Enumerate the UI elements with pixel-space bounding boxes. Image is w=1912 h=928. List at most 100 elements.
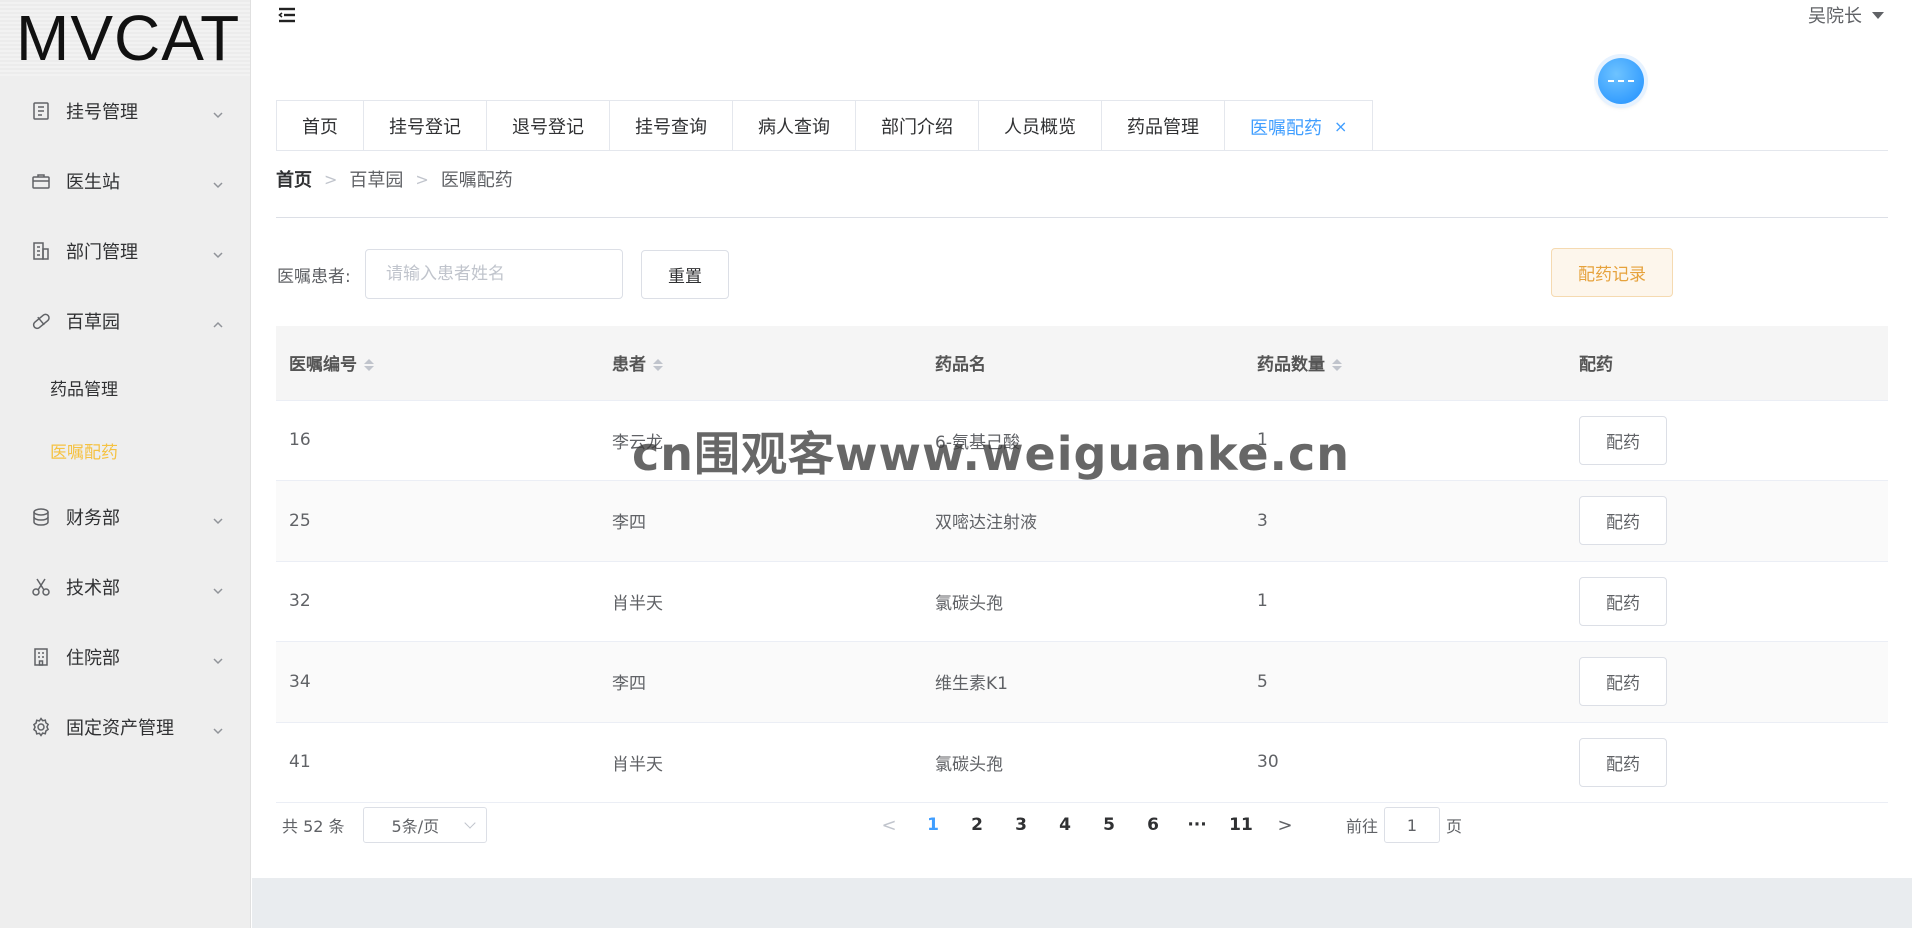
pagination-total: 共 52 条 [282, 817, 345, 836]
next-page-button[interactable]: > [1263, 815, 1307, 836]
cell-patient: 李云龙 [599, 400, 922, 481]
table-row: 16 李云龙 6-氨基己酸 1 配药 [276, 400, 1888, 481]
sidebar-item-label: 财务部 [66, 508, 120, 529]
table-row: 41 肖半天 氯碳头孢 30 配药 [276, 722, 1888, 803]
jump-page-input[interactable] [1384, 807, 1441, 843]
sidebar-item-finance[interactable]: 财务部 [0, 482, 250, 552]
page-number[interactable]: 6 [1131, 815, 1175, 835]
sidebar-item-department[interactable]: 部门管理 [0, 216, 250, 286]
document-icon [30, 100, 52, 122]
cell-patient: 李四 [599, 480, 922, 562]
cell-patient: 李四 [599, 641, 922, 723]
menu-toggle-icon[interactable] [278, 6, 296, 24]
patient-search-input[interactable] [365, 249, 623, 299]
page-number[interactable]: 4 [1043, 815, 1087, 835]
cell-drug: 氯碳头孢 [922, 561, 1244, 642]
dispense-button[interactable]: 配药 [1579, 737, 1667, 787]
cell-drug: 维生素K1 [922, 641, 1244, 723]
jump-prefix: 前往 [1346, 817, 1379, 836]
page-number[interactable]: 5 [1087, 815, 1131, 835]
tab-prescription-dispensing[interactable]: 医嘱配药 × [1225, 101, 1373, 152]
more-pages-icon[interactable]: ··· [1175, 815, 1219, 835]
cell-id: 25 [276, 480, 599, 562]
caret-down-icon [1872, 11, 1884, 19]
sidebar-item-label: 住院部 [66, 648, 120, 669]
tabs-divider [276, 150, 1888, 151]
breadcrumb: 首页 > 百草园 > 医嘱配药 [276, 166, 513, 192]
tab-registration-query[interactable]: 挂号查询 [610, 101, 733, 151]
page-tabs: 首页 挂号登记 退号登记 挂号查询 病人查询 部门介绍 人员概览 药品管理 医嘱… [276, 100, 1374, 152]
sort-icon[interactable] [364, 359, 374, 372]
chevron-down-icon [212, 245, 224, 259]
page-number[interactable]: 2 [955, 815, 999, 835]
sidebar-item-doctor-station[interactable]: 医生站 [0, 146, 250, 216]
sidebar-item-fixed-assets[interactable]: 固定资产管理 [0, 692, 250, 762]
user-name: 吴院长 [1808, 6, 1862, 27]
column-header-id[interactable]: 医嘱编号 [276, 326, 599, 401]
sort-icon[interactable] [653, 359, 663, 372]
prev-page-button[interactable]: < [867, 815, 911, 836]
cell-quantity: 30 [1244, 722, 1566, 803]
office-building-icon [30, 240, 52, 262]
cell-action: 配药 [1566, 641, 1888, 723]
chevron-down-icon [212, 651, 224, 665]
dispense-button[interactable]: 配药 [1579, 496, 1667, 546]
tab-registration[interactable]: 挂号登记 [364, 101, 487, 151]
table-row: 34 李四 维生素K1 5 配药 [276, 641, 1888, 723]
cell-id: 34 [276, 641, 599, 723]
table-row: 25 李四 双嘧达注射液 3 配药 [276, 480, 1888, 562]
footer-bar [252, 878, 1912, 928]
breadcrumb-home[interactable]: 首页 [276, 166, 312, 192]
tab-staff-overview[interactable]: 人员概览 [979, 101, 1102, 151]
column-header-label: 药品数量 [1257, 355, 1325, 376]
cell-action: 配药 [1566, 400, 1888, 481]
chevron-right-icon: > [415, 169, 429, 189]
tab-department-intro[interactable]: 部门介绍 [856, 101, 979, 151]
column-header-label: 配药 [1579, 355, 1613, 376]
column-header-action: 配药 [1566, 326, 1888, 401]
user-menu[interactable]: 吴院长 [1808, 2, 1884, 28]
cell-action: 配药 [1566, 722, 1888, 803]
page-number[interactable]: 3 [999, 815, 1043, 835]
dash-icon [1608, 80, 1634, 82]
table-header-row: 医嘱编号 患者 药品名 药品数量 配药 [276, 326, 1888, 401]
floating-assistant-ball[interactable] [1598, 58, 1644, 104]
breadcrumb-herb-garden: 百草园 [349, 170, 404, 191]
sidebar-item-inpatient[interactable]: 住院部 [0, 622, 250, 692]
gear-icon [30, 716, 52, 738]
dispense-button[interactable]: 配药 [1579, 576, 1667, 626]
sidebar-item-registration[interactable]: 挂号管理 [0, 76, 250, 146]
column-header-drug: 药品名 [922, 326, 1244, 401]
sidebar-item-label: 部门管理 [66, 242, 138, 263]
dispense-button[interactable]: 配药 [1579, 657, 1667, 707]
sidebar-item-label: 医生站 [66, 172, 120, 193]
close-icon[interactable]: × [1334, 117, 1347, 136]
page-size-select[interactable]: 5条/页 [362, 807, 487, 843]
scissors-icon [30, 576, 52, 598]
tab-drug-management[interactable]: 药品管理 [1102, 101, 1225, 151]
sidebar-subitem-drug-management[interactable]: 药品管理 [0, 356, 250, 419]
column-header-patient[interactable]: 患者 [599, 326, 922, 401]
column-header-quantity[interactable]: 药品数量 [1244, 326, 1566, 401]
cell-id: 41 [276, 722, 599, 803]
chevron-down-icon [212, 511, 224, 525]
coins-icon [30, 506, 52, 528]
sidebar-item-herb-garden[interactable]: 百草园 [0, 286, 250, 356]
page-number[interactable]: 11 [1219, 815, 1263, 835]
dispense-button[interactable]: 配药 [1579, 415, 1667, 465]
sidebar-item-label: 固定资产管理 [66, 718, 174, 739]
chevron-down-icon [212, 175, 224, 189]
dispensing-record-button[interactable]: 配药记录 [1551, 248, 1673, 297]
sidebar-item-technology[interactable]: 技术部 [0, 552, 250, 622]
tab-home[interactable]: 首页 [277, 101, 364, 151]
column-header-label: 药品名 [935, 355, 986, 376]
cell-action: 配药 [1566, 561, 1888, 642]
page-size-value: 5条/页 [391, 817, 440, 836]
tab-cancel-registration[interactable]: 退号登记 [487, 101, 610, 151]
tab-patient-query[interactable]: 病人查询 [733, 101, 856, 151]
sort-icon[interactable] [1332, 359, 1342, 372]
reset-button[interactable]: 重置 [641, 250, 729, 299]
sidebar-subitem-prescription-dispensing[interactable]: 医嘱配药 [0, 419, 250, 482]
page-number[interactable]: 1 [911, 815, 955, 835]
chevron-down-icon [212, 105, 224, 119]
